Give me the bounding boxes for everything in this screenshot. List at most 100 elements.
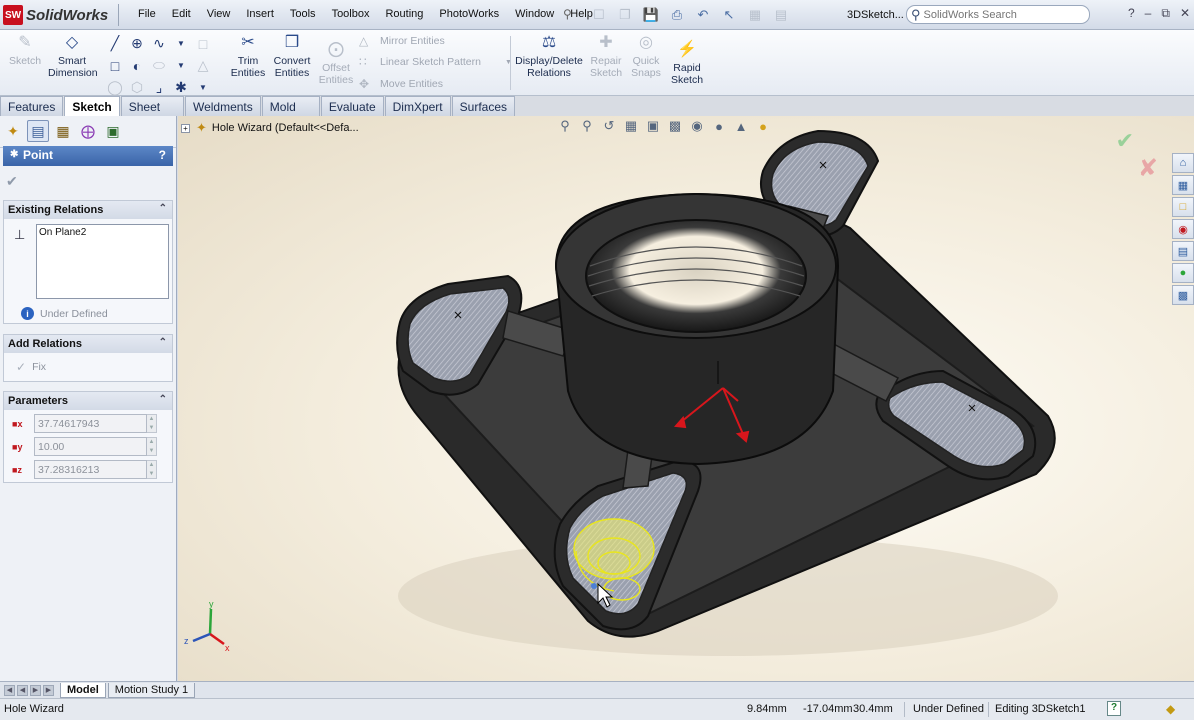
zoom-to-fit-icon[interactable]: ⚲ — [556, 116, 574, 136]
relations-list[interactable]: On Plane2 — [36, 224, 169, 299]
menu-insert[interactable]: Insert — [238, 8, 282, 20]
collapse-chevron-icon[interactable]: ⌃ — [159, 394, 167, 405]
display-delete-relations-button[interactable]: ⚖ Display/Delete Relations — [515, 33, 583, 79]
undo-icon[interactable]: ↶ — [692, 5, 714, 25]
custom-properties-icon[interactable]: ▩ — [1172, 285, 1194, 305]
search-box[interactable]: ⚲ — [906, 5, 1090, 24]
display-style-icon[interactable]: ▩ — [666, 116, 684, 136]
smart-dimension-button[interactable]: ◇ Smart Dimension — [48, 33, 98, 79]
view-orientation-icon[interactable]: ▣ — [644, 116, 662, 136]
collapse-chevron-icon[interactable]: ⌃ — [159, 337, 167, 348]
sketch-button[interactable]: ✎ Sketch — [6, 33, 44, 67]
design-library-icon[interactable]: ▦ — [1172, 175, 1194, 195]
circle-icon[interactable]: ⊕ — [126, 34, 148, 53]
last-tab-icon[interactable]: ▶ — [43, 684, 54, 696]
help-icon[interactable]: ? — [159, 148, 166, 162]
help-menu-icon[interactable]: ? — [1128, 6, 1135, 21]
collapse-chevron-icon[interactable]: ⌃ — [159, 203, 167, 214]
open-document-icon[interactable]: ❐ — [614, 5, 636, 25]
3d-model[interactable]: y x z — [178, 116, 1194, 681]
menu-edit[interactable]: Edit — [164, 8, 199, 20]
view-settings-icon[interactable]: ● — [754, 116, 772, 136]
pin-menu-icon[interactable]: ⚲ — [563, 7, 577, 21]
tags-icon[interactable]: ◆ — [1166, 702, 1175, 716]
minimize-window-icon[interactable]: – — [1145, 6, 1152, 21]
zoom-to-area-icon[interactable]: ⚲ — [578, 116, 596, 136]
move-entities-button[interactable]: ✥ Move Entities — [359, 77, 443, 91]
rebuild-icon[interactable]: ▦ — [744, 5, 766, 25]
y-coordinate-input[interactable] — [34, 437, 147, 456]
list-item[interactable]: On Plane2 — [39, 227, 166, 238]
tab-mold-tools[interactable]: Mold Tools — [261, 96, 320, 128]
quick-snaps-button[interactable]: ◎ Quick Snaps — [629, 33, 663, 79]
tab-motion-study-1[interactable]: Motion Study 1 — [107, 682, 196, 698]
trim-entities-button[interactable]: ✂ Trim Entities — [230, 33, 266, 79]
tab-evaluate[interactable]: Evaluate — [320, 96, 384, 116]
display-manager-icon[interactable]: ▣ — [102, 120, 124, 142]
menu-toolbox[interactable]: Toolbox — [324, 8, 378, 20]
search-results-icon[interactable]: ◉ — [1172, 219, 1194, 239]
menu-file[interactable]: File — [130, 8, 164, 20]
add-relations-header[interactable]: Add Relations ⌃ — [4, 335, 172, 353]
rectangle-icon[interactable]: □ — [104, 56, 126, 75]
x-spin-control[interactable]: ▲ ▼ — [147, 414, 157, 433]
menu-tools[interactable]: Tools — [282, 8, 324, 20]
y-spin-control[interactable]: ▲ ▼ — [147, 437, 157, 456]
existing-relations-header[interactable]: Existing Relations ⌃ — [4, 201, 172, 219]
view-palette-icon[interactable]: ▤ — [1172, 241, 1194, 261]
repair-sketch-button[interactable]: ✚ Repair Sketch — [589, 33, 623, 79]
menu-routing[interactable]: Routing — [377, 8, 431, 20]
rapid-sketch-button[interactable]: ⚡ Rapid Sketch — [670, 40, 704, 86]
polygon-icon[interactable]: ⬡ — [126, 78, 148, 97]
sketch-rectangle-dashed-icon[interactable]: □ — [192, 34, 214, 53]
dropdown-arrow-icon[interactable]: ▼ — [170, 56, 192, 75]
new-document-icon[interactable]: ☐ — [588, 5, 610, 25]
menu-photoworks[interactable]: PhotoWorks — [431, 8, 507, 20]
point-icon[interactable]: ✱ — [170, 78, 192, 97]
feature-manager-icon[interactable]: ✦ — [2, 120, 24, 142]
confirm-ok-icon[interactable]: ✔ — [1116, 128, 1134, 154]
fix-relation-button[interactable]: ✓ Fix — [16, 360, 46, 374]
save-icon[interactable]: 💾 — [640, 5, 662, 25]
file-explorer-icon[interactable]: □ — [1172, 197, 1194, 217]
plane-icon[interactable]: △ — [192, 56, 214, 75]
first-tab-icon[interactable]: ◀ — [4, 684, 15, 696]
tab-weldments[interactable]: Weldments — [184, 96, 261, 116]
slot-icon[interactable]: ◯ — [104, 78, 126, 97]
confirm-cancel-icon[interactable]: ✘ — [1138, 154, 1158, 183]
restore-viewport-icon[interactable]: ⧉ — [1141, 116, 1150, 119]
menu-view[interactable]: View — [199, 8, 239, 20]
section-view-icon[interactable]: ▦ — [622, 116, 640, 136]
fillet-icon[interactable]: ⌟ — [148, 78, 170, 97]
print-icon[interactable]: ⎙ — [666, 5, 688, 25]
tab-sketch[interactable]: Sketch — [64, 96, 120, 116]
close-window-icon[interactable]: ✕ — [1180, 6, 1190, 21]
z-coordinate-input[interactable] — [34, 460, 147, 479]
dropdown-arrow-icon[interactable]: ▼ — [192, 78, 214, 97]
tab-dimxpert[interactable]: DimXpert — [384, 96, 451, 116]
ellipse-icon[interactable]: ⬭ — [148, 56, 170, 75]
apply-scene-icon[interactable]: ▲ — [732, 116, 750, 136]
linear-sketch-pattern-button[interactable]: ∷ Linear Sketch Pattern ▼ — [359, 55, 512, 69]
dimxpert-manager-icon[interactable]: ⨁ — [77, 120, 99, 142]
edit-appearance-icon[interactable]: ● — [710, 116, 728, 136]
tree-item-hole-wizard[interactable]: Hole Wizard (Default<<Defa... — [212, 122, 359, 134]
tab-sheet-metal[interactable]: Sheet Metal — [120, 96, 184, 128]
close-viewport-icon[interactable]: ✕ — [1162, 116, 1172, 119]
z-spin-control[interactable]: ▲ ▼ — [147, 460, 157, 479]
previous-view-icon[interactable]: ↺ — [600, 116, 618, 136]
tab-model[interactable]: Model — [60, 682, 106, 698]
ok-check-icon[interactable]: ✔ — [6, 173, 18, 190]
tab-features[interactable]: Features — [0, 96, 64, 116]
home-icon[interactable]: ⌂ — [1172, 153, 1194, 173]
property-manager-icon[interactable]: ▤ — [27, 120, 49, 142]
help-icon[interactable]: ? — [1107, 701, 1121, 716]
menu-window[interactable]: Window — [507, 8, 562, 20]
minimize-viewport-icon[interactable]: – — [1123, 116, 1130, 119]
feature-tree-flyout[interactable]: + ✦ Hole Wizard (Default<<Defa... — [181, 120, 359, 136]
convert-entities-button[interactable]: ❒ Convert Entities — [272, 33, 312, 79]
graphics-area[interactable]: y x z + ✦ Hole Wizard (Default<<Defa... … — [178, 116, 1194, 681]
configuration-manager-icon[interactable]: ▦ — [52, 120, 74, 142]
search-input[interactable] — [923, 8, 1074, 21]
x-coordinate-input[interactable] — [34, 414, 147, 433]
